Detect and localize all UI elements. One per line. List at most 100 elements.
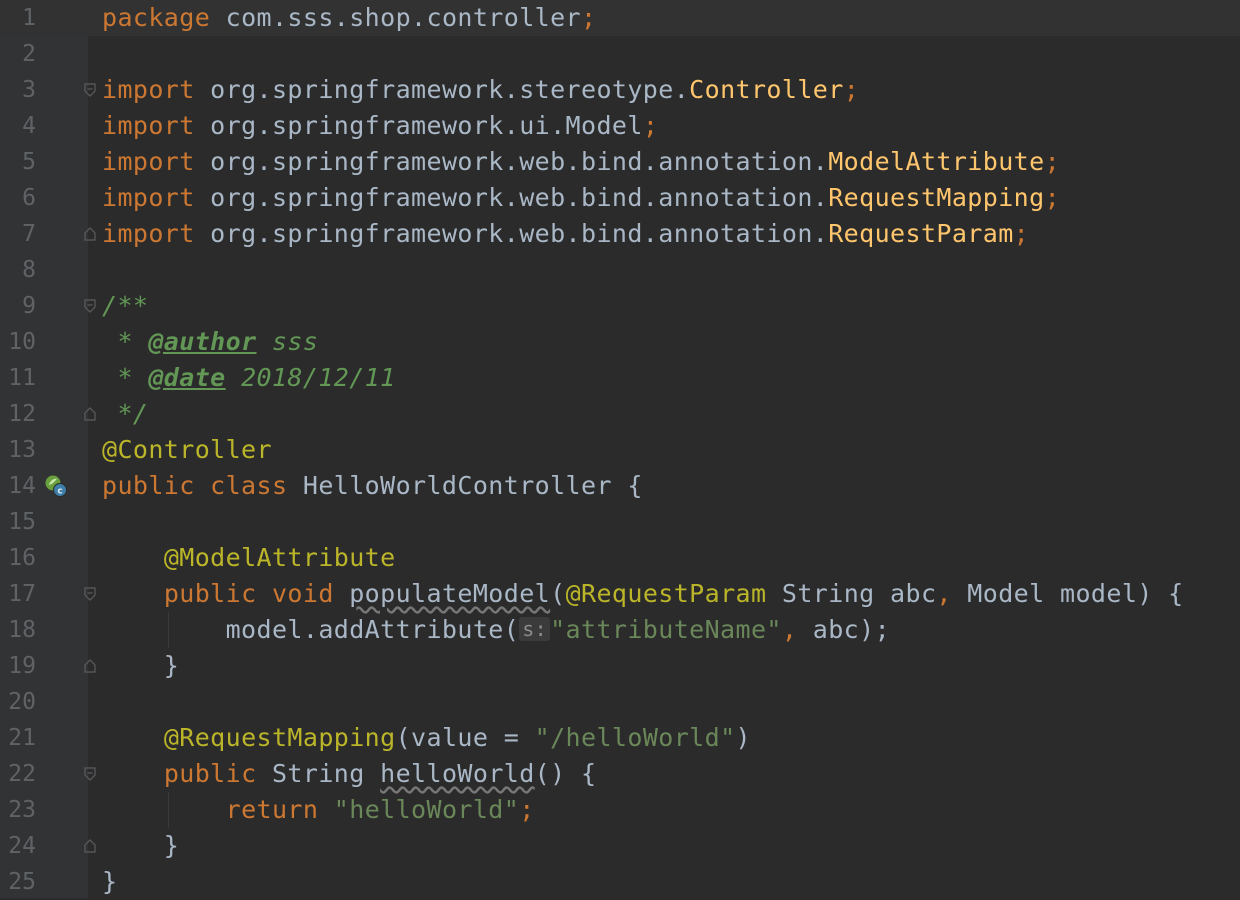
line-number[interactable]: 15 xyxy=(0,504,36,540)
code-text[interactable]: @ModelAttribute xyxy=(102,540,396,576)
class-name-token: HelloWorldController { xyxy=(287,471,643,500)
code-text[interactable]: public class HelloWorldController { xyxy=(102,468,643,504)
code-text[interactable]: * @date 2018/12/11 xyxy=(102,360,396,396)
code-line-3[interactable]: 3 import org.springframework.stereotype.… xyxy=(0,72,1240,108)
code-line-12[interactable]: 12 */ xyxy=(0,396,1240,432)
line-number[interactable]: 24 xyxy=(0,828,36,864)
line-number[interactable]: 20 xyxy=(0,684,36,720)
code-line-10[interactable]: 10 * @author sss xyxy=(0,324,1240,360)
line-number[interactable]: 11 xyxy=(0,360,36,396)
class-token: ModelAttribute xyxy=(828,147,1045,176)
line-number[interactable]: 10 xyxy=(0,324,36,360)
line-number[interactable]: 13 xyxy=(0,432,36,468)
line-number[interactable]: 2 xyxy=(0,36,36,72)
spring-bean-icon[interactable]: c xyxy=(44,474,68,498)
code-line-18[interactable]: 18 model.addAttribute(s: "attributeName",… xyxy=(0,612,1240,648)
fold-end-icon[interactable] xyxy=(84,659,96,673)
code-text[interactable]: import org.springframework.web.bind.anno… xyxy=(102,216,1029,252)
code-line-1[interactable]: 1 package com.sss.shop.controller; xyxy=(0,0,1240,36)
code-line-24[interactable]: 24 } xyxy=(0,828,1240,864)
line-number[interactable]: 25 xyxy=(0,864,36,900)
code-text[interactable]: * @author sss xyxy=(102,324,318,360)
code-text[interactable]: */ xyxy=(102,396,148,432)
semicolon-token: ; xyxy=(581,3,597,32)
code-line-5[interactable]: 5 import org.springframework.web.bind.an… xyxy=(0,144,1240,180)
code-text[interactable]: import org.springframework.ui.Model; xyxy=(102,108,658,144)
fold-end-icon[interactable] xyxy=(84,227,96,241)
code-line-11[interactable]: 11 * @date 2018/12/11 xyxy=(0,360,1240,396)
code-editor[interactable]: 1 package com.sss.shop.controller; 2 3 i… xyxy=(0,0,1240,898)
package-token: org.springframework.ui.Model xyxy=(194,111,643,140)
code-text[interactable]: @RequestMapping(value = "/helloWorld") xyxy=(102,720,751,756)
line-number[interactable]: 7 xyxy=(0,216,36,252)
line-number[interactable]: 8 xyxy=(0,252,36,288)
doc-comment-token: */ xyxy=(102,399,149,428)
code-text[interactable]: } xyxy=(102,648,179,684)
semicolon-token: ; xyxy=(1013,219,1030,248)
code-line-21[interactable]: 21 @RequestMapping(value = "/helloWorld"… xyxy=(0,720,1240,756)
semicolon-token: ; xyxy=(642,111,659,140)
line-number[interactable]: 17 xyxy=(0,576,36,612)
method-name-token: helloWorld xyxy=(380,759,535,788)
code-line-4[interactable]: 4 import org.springframework.ui.Model; xyxy=(0,108,1240,144)
line-number[interactable]: 16 xyxy=(0,540,36,576)
line-number[interactable]: 1 xyxy=(0,0,36,36)
code-text[interactable]: @Controller xyxy=(102,432,272,468)
doc-comment-token: sss xyxy=(256,327,319,356)
code-line-25[interactable]: 25 } xyxy=(0,864,1240,900)
fold-collapse-icon[interactable] xyxy=(84,299,96,313)
brace-token: } xyxy=(102,831,180,860)
line-number[interactable]: 19 xyxy=(0,648,36,684)
keyword-token: import xyxy=(102,183,195,212)
code-text[interactable]: public String helloWorld() { xyxy=(102,756,596,792)
code-line-17[interactable]: 17 public void populateModel(@RequestPar… xyxy=(0,576,1240,612)
line-number[interactable]: 6 xyxy=(0,180,36,216)
fold-collapse-icon[interactable] xyxy=(84,83,96,97)
line-number[interactable]: 21 xyxy=(0,720,36,756)
code-line-20[interactable]: 20 xyxy=(0,684,1240,720)
svg-text:c: c xyxy=(57,487,62,497)
fold-collapse-icon[interactable] xyxy=(84,767,96,781)
code-line-8[interactable]: 8 xyxy=(0,252,1240,288)
fold-end-icon[interactable] xyxy=(84,839,96,853)
code-line-16[interactable]: 16 @ModelAttribute xyxy=(0,540,1240,576)
keyword-token: import xyxy=(102,111,195,140)
code-line-6[interactable]: 6 import org.springframework.web.bind.an… xyxy=(0,180,1240,216)
line-number[interactable]: 22 xyxy=(0,756,36,792)
code-text[interactable]: } xyxy=(102,864,117,900)
code-text[interactable]: import org.springframework.stereotype.Co… xyxy=(102,72,859,108)
line-number[interactable]: 18 xyxy=(0,612,36,648)
indent-token xyxy=(102,579,164,608)
code-text[interactable]: } xyxy=(102,828,179,864)
fold-end-icon[interactable] xyxy=(84,407,96,421)
code-text[interactable]: model.addAttribute(s: "attributeName", ab… xyxy=(102,612,890,648)
code-text[interactable]: import org.springframework.web.bind.anno… xyxy=(102,144,1060,180)
code-line-9[interactable]: 9 /** xyxy=(0,288,1240,324)
code-line-19[interactable]: 19 } xyxy=(0,648,1240,684)
code-line-14[interactable]: 14 c public class HelloWorldController { xyxy=(0,468,1240,504)
code-text[interactable]: public void populateModel(@RequestParam … xyxy=(102,576,1184,612)
fold-collapse-icon[interactable] xyxy=(84,587,96,601)
line-number[interactable]: 5 xyxy=(0,144,36,180)
code-text[interactable]: return "helloWorld"; xyxy=(102,792,535,828)
keyword-token: import xyxy=(102,147,195,176)
semicolon-token: ; xyxy=(1044,147,1061,176)
line-number[interactable]: 23 xyxy=(0,792,36,828)
code-line-7[interactable]: 7 import org.springframework.web.bind.an… xyxy=(0,216,1240,252)
code-line-22[interactable]: 22 public String helloWorld() { xyxy=(0,756,1240,792)
line-number[interactable]: 14 xyxy=(0,468,36,504)
code-line-23[interactable]: 23 return "helloWorld"; xyxy=(0,792,1240,828)
code-text[interactable]: import org.springframework.web.bind.anno… xyxy=(102,180,1060,216)
line-number[interactable]: 4 xyxy=(0,108,36,144)
code-line-13[interactable]: 13 @Controller xyxy=(0,432,1240,468)
code-line-15[interactable]: 15 xyxy=(0,504,1240,540)
code-text[interactable]: /** xyxy=(102,288,148,324)
code-line-2[interactable]: 2 xyxy=(0,36,1240,72)
line-number[interactable]: 3 xyxy=(0,72,36,108)
line-number[interactable]: 12 xyxy=(0,396,36,432)
param-token: Model model) { xyxy=(951,579,1184,608)
line-number[interactable]: 9 xyxy=(0,288,36,324)
code-text[interactable]: package com.sss.shop.controller; xyxy=(102,0,596,36)
